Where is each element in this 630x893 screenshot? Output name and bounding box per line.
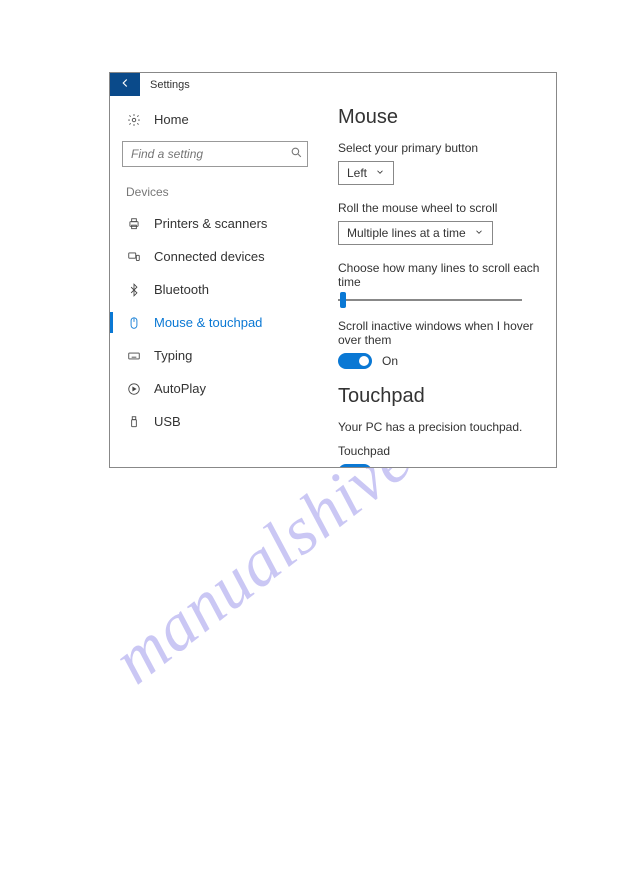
sidebar-item-label: Typing (154, 348, 192, 363)
bluetooth-icon (126, 283, 142, 297)
touchpad-heading: Touchpad (338, 385, 546, 408)
wheel-select[interactable]: Multiple lines at a time (338, 221, 493, 245)
primary-button-value: Left (347, 166, 367, 180)
sidebar-item-printers[interactable]: Printers & scanners (122, 207, 308, 240)
usb-icon (126, 415, 142, 429)
printer-icon (126, 217, 142, 231)
wheel-value: Multiple lines at a time (347, 226, 466, 240)
sidebar-item-label: Mouse & touchpad (154, 315, 262, 330)
lines-label: Choose how many lines to scroll each tim… (338, 261, 546, 289)
sidebar-group-label: Devices (122, 181, 308, 207)
sidebar-item-usb[interactable]: USB (122, 405, 308, 438)
settings-window: Settings Home Devices Printers (109, 72, 557, 468)
slider-thumb[interactable] (340, 292, 346, 308)
sidebar-item-connected[interactable]: Connected devices (122, 240, 308, 273)
connected-devices-icon (126, 250, 142, 264)
chevron-down-icon (375, 166, 385, 180)
search-box[interactable] (122, 141, 308, 167)
window-title: Settings (140, 73, 190, 96)
chevron-down-icon (474, 226, 484, 240)
sidebar-home-label: Home (154, 112, 189, 127)
touchpad-toggle[interactable] (338, 464, 372, 468)
sidebar-item-label: USB (154, 414, 181, 429)
touchpad-desc: Your PC has a precision touchpad. (338, 420, 546, 434)
sidebar-item-label: AutoPlay (154, 381, 206, 396)
sidebar-item-bluetooth[interactable]: Bluetooth (122, 273, 308, 306)
sidebar-item-autoplay[interactable]: AutoPlay (122, 372, 308, 405)
sidebar-item-typing[interactable]: Typing (122, 339, 308, 372)
sidebar: Home Devices Printers & scanners Con (110, 96, 320, 467)
content-pane: Mouse Select your primary button Left Ro… (320, 96, 556, 467)
touchpad-toggle-label: Touchpad (338, 444, 546, 458)
hover-toggle[interactable] (338, 353, 372, 369)
autoplay-icon (126, 382, 142, 396)
search-input[interactable] (129, 146, 290, 162)
touchpad-toggle-state: On (382, 465, 398, 468)
primary-button-label: Select your primary button (338, 141, 546, 155)
hover-toggle-state: On (382, 354, 398, 368)
hover-label: Scroll inactive windows when I hover ove… (338, 319, 546, 347)
lines-slider[interactable] (338, 299, 522, 301)
sidebar-item-label: Printers & scanners (154, 216, 267, 231)
arrow-left-icon (118, 76, 132, 93)
home-gear-icon (126, 113, 142, 127)
search-icon (290, 146, 303, 162)
mouse-icon (126, 316, 142, 330)
wheel-label: Roll the mouse wheel to scroll (338, 201, 546, 215)
sidebar-item-label: Connected devices (154, 249, 265, 264)
sidebar-item-mouse[interactable]: Mouse & touchpad (122, 306, 308, 339)
sidebar-item-label: Bluetooth (154, 282, 209, 297)
keyboard-icon (126, 349, 142, 363)
titlebar: Settings (110, 73, 556, 96)
sidebar-home[interactable]: Home (122, 106, 308, 133)
mouse-heading: Mouse (338, 106, 546, 129)
primary-button-select[interactable]: Left (338, 161, 394, 185)
back-button[interactable] (110, 73, 140, 96)
